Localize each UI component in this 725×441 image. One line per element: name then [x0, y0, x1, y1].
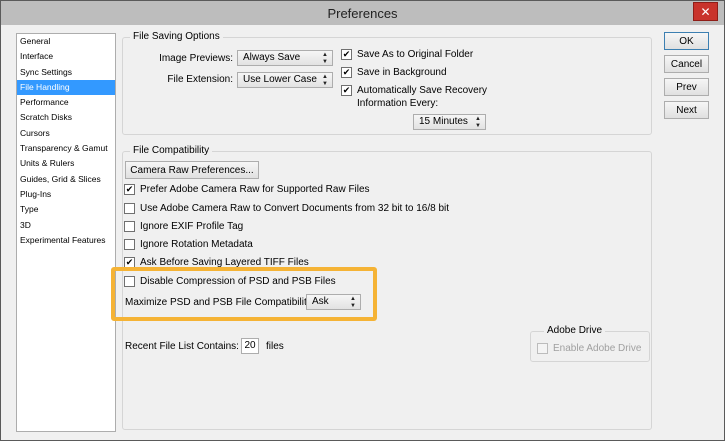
- file-compatibility-legend: File Compatibility: [130, 145, 213, 156]
- use-acr-convert-checkbox[interactable]: [124, 203, 135, 214]
- prefer-acr-label: Prefer Adobe Camera Raw for Supported Ra…: [140, 184, 370, 195]
- sidebar-item-transparency-gamut[interactable]: Transparency & Gamut: [17, 141, 115, 156]
- dialog-body: General Interface Sync Settings File Handli…: [7, 26, 718, 434]
- camera-raw-preferences-button[interactable]: Camera Raw Preferences...: [125, 161, 259, 179]
- sidebar-item-file-handling[interactable]: File Handling: [17, 79, 115, 96]
- dropdown-arrows-icon: ▲ ▼: [475, 116, 481, 129]
- save-as-original-option[interactable]: ✔ Save As to Original Folder: [341, 48, 473, 61]
- ok-button[interactable]: OK: [664, 32, 709, 50]
- use-acr-convert-label: Use Adobe Camera Raw to Convert Document…: [140, 203, 450, 214]
- cancel-button[interactable]: Cancel: [664, 55, 709, 73]
- ignore-rotation-checkbox[interactable]: [124, 239, 135, 250]
- highlight-annotation: [111, 267, 377, 321]
- file-extension-value: Use Lower Case: [243, 74, 317, 85]
- sidebar-item-plug-ins[interactable]: Plug-Ins: [17, 187, 115, 202]
- checkmark-icon: ✔: [342, 67, 351, 77]
- sidebar-item-guides-grid-slices[interactable]: Guides, Grid & Slices: [17, 172, 115, 187]
- save-in-background-checkbox[interactable]: ✔: [341, 67, 352, 78]
- title-bar: Preferences ✕: [1, 1, 724, 25]
- sidebar-item-sync-settings[interactable]: Sync Settings: [17, 65, 115, 80]
- save-as-original-label: Save As to Original Folder: [357, 49, 474, 60]
- sidebar-item-cursors[interactable]: Cursors: [17, 126, 115, 141]
- ignore-rotation-label: Ignore Rotation Metadata: [140, 239, 253, 250]
- auto-save-interval-value: 15 Minutes: [419, 116, 468, 127]
- sidebar-item-scratch-disks[interactable]: Scratch Disks: [17, 110, 115, 125]
- category-list[interactable]: General Interface Sync Settings File Handli…: [16, 33, 116, 432]
- ignore-exif-checkbox[interactable]: [124, 221, 135, 232]
- checkmark-icon: ✔: [125, 184, 134, 194]
- enable-adobe-drive-label: Enable Adobe Drive: [553, 343, 642, 354]
- sidebar-item-type[interactable]: Type: [17, 202, 115, 217]
- checkmark-icon: ✔: [125, 257, 134, 267]
- sidebar-item-units-rulers[interactable]: Units & Rulers: [17, 156, 115, 171]
- image-previews-select[interactable]: Always Save ▲ ▼: [237, 50, 333, 66]
- sidebar-item-general[interactable]: General: [17, 34, 115, 49]
- image-previews-value: Always Save: [243, 52, 301, 63]
- recent-file-list-label: Recent File List Contains:: [125, 341, 239, 352]
- adobe-drive-legend: Adobe Drive: [544, 325, 606, 336]
- window-title: Preferences: [327, 5, 398, 21]
- auto-save-recovery-option[interactable]: ✔ Automatically Save Recovery Informatio…: [341, 84, 487, 110]
- close-icon: ✕: [700, 4, 711, 19]
- ignore-exif-option[interactable]: Ignore EXIF Profile Tag: [124, 220, 243, 233]
- ignore-rotation-option[interactable]: Ignore Rotation Metadata: [124, 238, 253, 251]
- dropdown-arrows-icon: ▲ ▼: [322, 52, 328, 65]
- ignore-exif-label: Ignore EXIF Profile Tag: [140, 221, 244, 232]
- save-in-background-option[interactable]: ✔ Save in Background: [341, 66, 447, 79]
- dropdown-arrows-icon: ▲ ▼: [322, 74, 328, 87]
- next-button[interactable]: Next: [664, 101, 709, 119]
- auto-save-recovery-label: Automatically Save Recovery Information …: [357, 85, 488, 109]
- close-button[interactable]: ✕: [693, 2, 718, 21]
- enable-adobe-drive-checkbox[interactable]: [537, 343, 548, 354]
- sidebar-item-performance[interactable]: Performance: [17, 95, 115, 110]
- enable-adobe-drive-option[interactable]: Enable Adobe Drive: [537, 342, 641, 355]
- checkmark-icon: ✔: [342, 85, 351, 95]
- file-extension-label: File Extension:: [167, 74, 233, 85]
- sidebar-item-3d[interactable]: 3D: [17, 218, 115, 233]
- prev-button[interactable]: Prev: [664, 78, 709, 96]
- auto-save-recovery-checkbox[interactable]: ✔: [341, 85, 352, 96]
- recent-file-count-input[interactable]: 20: [241, 338, 259, 354]
- sidebar-item-experimental-features[interactable]: Experimental Features: [17, 233, 115, 248]
- preferences-window: Preferences ✕ General Interface Sync Setti…: [0, 0, 725, 441]
- file-saving-options-legend: File Saving Options: [130, 31, 223, 42]
- sidebar-item-interface[interactable]: Interface: [17, 49, 115, 64]
- checkmark-icon: ✔: [342, 49, 351, 59]
- prefer-acr-checkbox[interactable]: ✔: [124, 184, 135, 195]
- save-in-background-label: Save in Background: [357, 67, 447, 78]
- prefer-acr-option[interactable]: ✔ Prefer Adobe Camera Raw for Supported …: [124, 183, 370, 196]
- recent-files-suffix: files: [266, 341, 284, 352]
- save-as-original-checkbox[interactable]: ✔: [341, 49, 352, 60]
- file-extension-select[interactable]: Use Lower Case ▲ ▼: [237, 72, 333, 88]
- use-acr-convert-option[interactable]: Use Adobe Camera Raw to Convert Document…: [124, 202, 449, 215]
- auto-save-interval-select[interactable]: 15 Minutes ▲ ▼: [413, 114, 486, 130]
- image-previews-label: Image Previews:: [159, 53, 233, 64]
